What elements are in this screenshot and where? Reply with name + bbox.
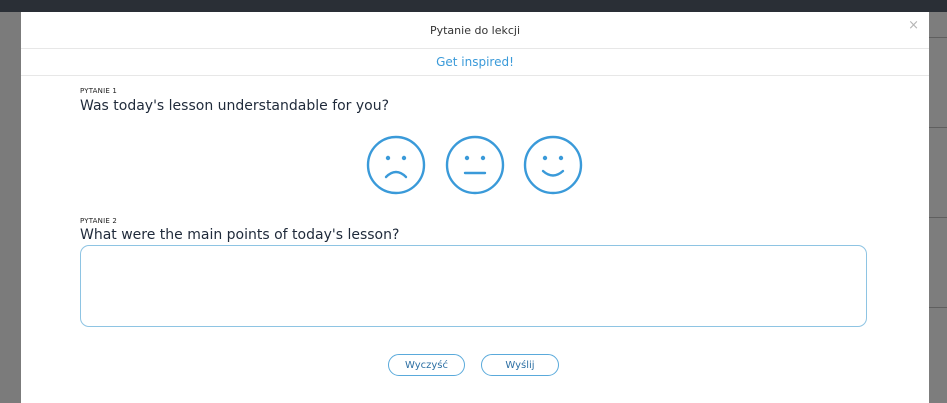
question-2-text: What were the main points of today's les…: [80, 227, 400, 243]
answer-textarea[interactable]: [80, 245, 867, 327]
divider: [929, 37, 947, 38]
modal-title: Pytanie do lekcji: [429, 23, 521, 37]
sad-face-icon[interactable]: [366, 135, 426, 195]
right-edge-strip: [929, 12, 947, 403]
get-inspired-link[interactable]: Get inspired!: [436, 55, 514, 69]
happy-face-icon[interactable]: [523, 135, 583, 195]
inspire-bar: Get inspired!: [21, 49, 929, 76]
modal-header: Pytanie do lekcji ×: [21, 12, 929, 49]
clear-button[interactable]: Wyczyść: [388, 354, 465, 376]
divider: [929, 127, 947, 128]
neutral-face-icon[interactable]: [445, 135, 505, 195]
divider: [929, 217, 947, 218]
question-1-label: PYTANIE 1: [80, 87, 118, 95]
close-icon[interactable]: ×: [908, 19, 919, 33]
question-1-text: Was today's lesson understandable for yo…: [80, 98, 390, 114]
page-backdrop-left: [0, 12, 21, 403]
divider: [929, 307, 947, 308]
smiley-rating: [366, 135, 586, 195]
send-button[interactable]: Wyślij: [481, 354, 559, 376]
lesson-question-modal: Pytanie do lekcji × Get inspired! PYTANI…: [21, 12, 929, 403]
top-app-bar: [0, 0, 947, 12]
question-2-label: PYTANIE 2: [80, 217, 118, 225]
